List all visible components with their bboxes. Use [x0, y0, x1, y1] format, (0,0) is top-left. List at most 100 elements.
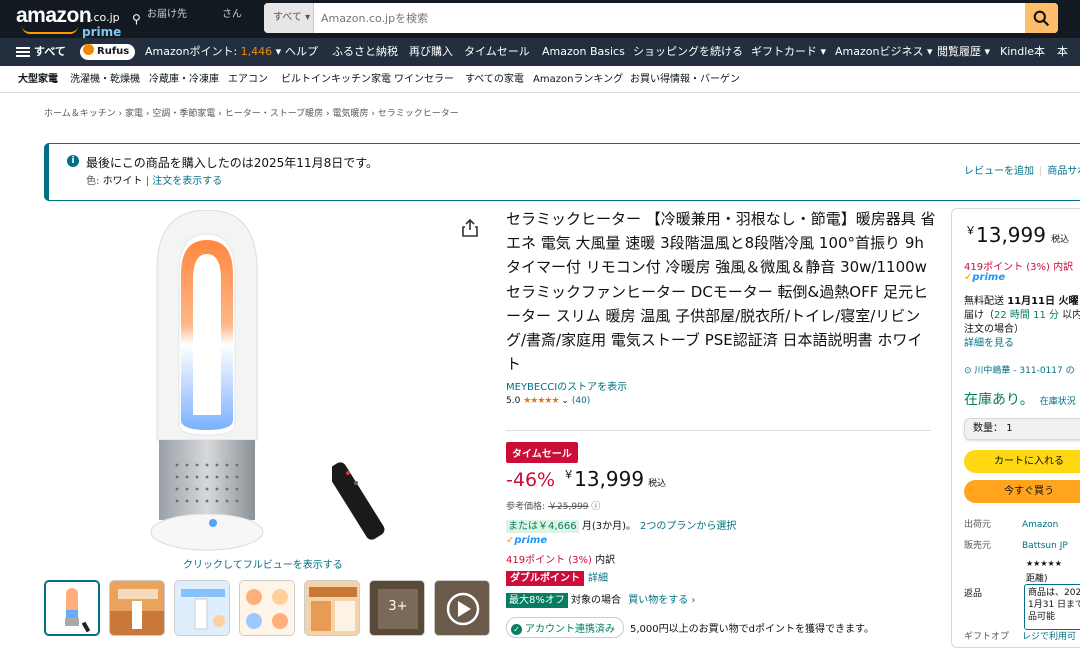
- add-to-cart-button[interactable]: カートに入れる: [964, 450, 1080, 473]
- amazon-logo[interactable]: amazon .co.jp prime: [16, 4, 122, 39]
- nav-kindle[interactable]: Kindle本: [1000, 38, 1045, 66]
- nav-continue-shopping[interactable]: ショッピングを続ける: [633, 38, 743, 66]
- points-row: 419ポイント (3%) 内訳: [506, 551, 615, 566]
- search-bar: すべて ▾: [264, 3, 1058, 33]
- nav-gift-card[interactable]: ギフトカード ▾: [751, 38, 826, 66]
- all-menu-button[interactable]: すべて: [16, 38, 66, 66]
- ships-from-value[interactable]: Amazon: [1022, 520, 1058, 530]
- rufus-button[interactable]: Rufus: [80, 44, 136, 60]
- points-value: 1,446: [240, 45, 273, 58]
- rufus-icon: [83, 44, 94, 55]
- thumbnail-1[interactable]: [44, 580, 100, 636]
- review-count-link[interactable]: (40): [572, 396, 590, 406]
- seller-stars-icon: ★★★★★: [1026, 559, 1062, 568]
- subnav-washers[interactable]: 洗濯機・乾燥機: [70, 66, 140, 93]
- nav-buy-again[interactable]: 再び購入: [409, 38, 453, 66]
- color-label: 色:: [86, 176, 103, 187]
- share-icon[interactable]: [462, 218, 480, 237]
- delivery-countdown: 22 時間 11 分: [994, 310, 1059, 321]
- thumbnail-3[interactable]: [174, 580, 230, 636]
- star-rating-icon: ★★★★★: [523, 396, 559, 407]
- delivery-info: 無料配送 11月11日 火曜 届け（22 時間 11 分 以内 注文の場合） 詳…: [964, 295, 1080, 351]
- location-pin-icon: ⊙: [964, 366, 972, 376]
- logo-domain: .co.jp: [90, 11, 120, 24]
- delivery-detail-link[interactable]: 詳細を見る: [964, 338, 1014, 349]
- business-label: Amazonビジネス: [835, 45, 924, 58]
- buy-now-button[interactable]: 今すぐ買う: [964, 480, 1080, 503]
- seller-rating: ★★★★★: [1026, 559, 1062, 569]
- search-input[interactable]: [314, 3, 1024, 33]
- logo-wordmark: amazon: [16, 4, 92, 27]
- search-button[interactable]: [1025, 3, 1058, 33]
- nav-help[interactable]: ヘルプ: [285, 38, 318, 66]
- product-info: セラミックヒーター 【冷暖兼用・羽根なし・節電】暖房器具 省エネ 電気 大風量 …: [506, 207, 936, 406]
- subnav-all-appliances[interactable]: すべての家電: [465, 66, 524, 93]
- gift-value[interactable]: レジで利用可: [1022, 632, 1076, 642]
- breadcrumb[interactable]: ホーム＆キッチン › 家電 › 空調・季節家電 › ヒーター・ストーブ暖房 › …: [44, 106, 459, 119]
- subnav-ranking[interactable]: Amazonランキング: [533, 66, 623, 93]
- deliver-to-label: お届け先: [147, 9, 187, 20]
- shop-now-link[interactable]: 買い物をする ›: [628, 595, 695, 606]
- nav-amazon-points[interactable]: Amazonポイント: 1,446 ▾: [145, 38, 281, 66]
- installment-plans-link[interactable]: 2つのプランから選択: [640, 521, 736, 532]
- ships-from-row: 出荷元 Amazon: [964, 517, 1058, 530]
- subnav-builtin-kitchen[interactable]: ビルトインキッチン家電: [281, 66, 391, 93]
- ships-from-label: 出荷元: [964, 520, 992, 530]
- nav-furusato[interactable]: ふるさと納税: [332, 38, 398, 66]
- all-menu-label: すべて: [34, 45, 66, 58]
- search-category-dropdown[interactable]: すべて ▾: [264, 3, 314, 33]
- price-value: 13,999: [574, 467, 645, 491]
- nav-timesale[interactable]: タイムセール: [464, 38, 530, 66]
- product-image[interactable]: [147, 210, 267, 555]
- notice-message: 最後にこの商品を購入したのは2025年11月8日です。: [86, 156, 379, 170]
- nav-browsing-history[interactable]: 閲覧履歴 ▾: [937, 38, 990, 66]
- more-images-count: 3+: [388, 599, 408, 614]
- sold-by-label: 販売元: [964, 541, 992, 551]
- quantity-select[interactable]: 数量： 1: [964, 418, 1080, 440]
- add-review-link[interactable]: レビューを追加: [964, 166, 1034, 177]
- view-order-link[interactable]: 注文を表示する: [152, 176, 222, 187]
- subnav-aircon[interactable]: エアコン: [228, 66, 268, 93]
- tax-label: 税込: [1051, 235, 1070, 245]
- double-point-badge: ダブルポイント: [506, 571, 584, 586]
- thumbnail-5[interactable]: [304, 580, 360, 636]
- stock-note[interactable]: 在庫状況: [1040, 397, 1076, 407]
- delivery-condition: 注文の場合）: [964, 324, 1024, 335]
- gift-row: ギフトオプ レジで利用可: [964, 629, 1076, 642]
- prime-label: prime: [972, 272, 1006, 283]
- store-link[interactable]: MEYBECCIのストアを表示: [506, 378, 936, 393]
- delivery-line-suffix: 以内: [1059, 310, 1080, 321]
- subnav-large-appliances[interactable]: 大型家電: [18, 66, 58, 93]
- main-nav: すべて Rufus Amazonポイント: 1,446 ▾ ヘルプ ふるさと納税…: [0, 38, 1080, 66]
- points-breakdown-link[interactable]: 内訳: [592, 555, 615, 566]
- delivery-line: 届け（: [964, 310, 994, 321]
- account-row: ✓ アカウント連携済み 5,000円以上のお買い物でdポイントを獲得できます。: [506, 617, 874, 638]
- history-label: 閲覧履歴: [937, 45, 981, 58]
- thumbnail-4[interactable]: [239, 580, 295, 636]
- stock-status: 在庫あり。 在庫状況: [964, 389, 1076, 409]
- product-support-link[interactable]: 商品サポ: [1047, 166, 1080, 177]
- zoom-hint[interactable]: クリックしてフルビューを表示する: [183, 556, 343, 571]
- subnav-fridges[interactable]: 冷蔵庫・冷凍庫: [149, 66, 219, 93]
- nav-amazon-business[interactable]: Amazonビジネス ▾: [835, 38, 933, 66]
- sold-by-row: 販売元 Battsun JP: [964, 538, 1068, 551]
- delivery-location[interactable]: ⊙ 川中嶋華 - 311-0117 の: [964, 363, 1075, 376]
- double-point-detail-link[interactable]: 詳細: [588, 573, 608, 584]
- info-icon[interactable]: ⓘ: [591, 502, 600, 512]
- sold-by-value[interactable]: Battsun JP: [1022, 541, 1068, 551]
- nav-books[interactable]: 本: [1057, 38, 1068, 66]
- rating-row[interactable]: 5.0 ★★★★★ ⌄ (40): [506, 396, 936, 406]
- nav-amazon-basics[interactable]: Amazon Basics: [542, 38, 625, 66]
- subnav-wine-cellar[interactable]: ワインセラー: [394, 66, 454, 93]
- gift-card-label: ギフトカード: [751, 45, 817, 58]
- thumbnail-2[interactable]: [109, 580, 165, 636]
- double-point-row: ダブルポイント 詳細: [506, 569, 608, 586]
- search-icon: [1033, 10, 1050, 27]
- video-thumbnail[interactable]: [434, 580, 490, 636]
- subnav-deals[interactable]: お買い得情報・バーゲン: [630, 66, 740, 93]
- hamburger-icon: [16, 45, 30, 59]
- top-header: amazon .co.jp prime ⚲ お届け先 さん すべて ▾: [0, 0, 1080, 39]
- thumbnail-more[interactable]: 3+: [369, 580, 425, 636]
- returns-box[interactable]: 商品は、2026年1月31 日まで返品可能: [1024, 584, 1080, 630]
- max-off-row: 最大8%オフ 対象の場合 買い物をする ›: [506, 591, 695, 608]
